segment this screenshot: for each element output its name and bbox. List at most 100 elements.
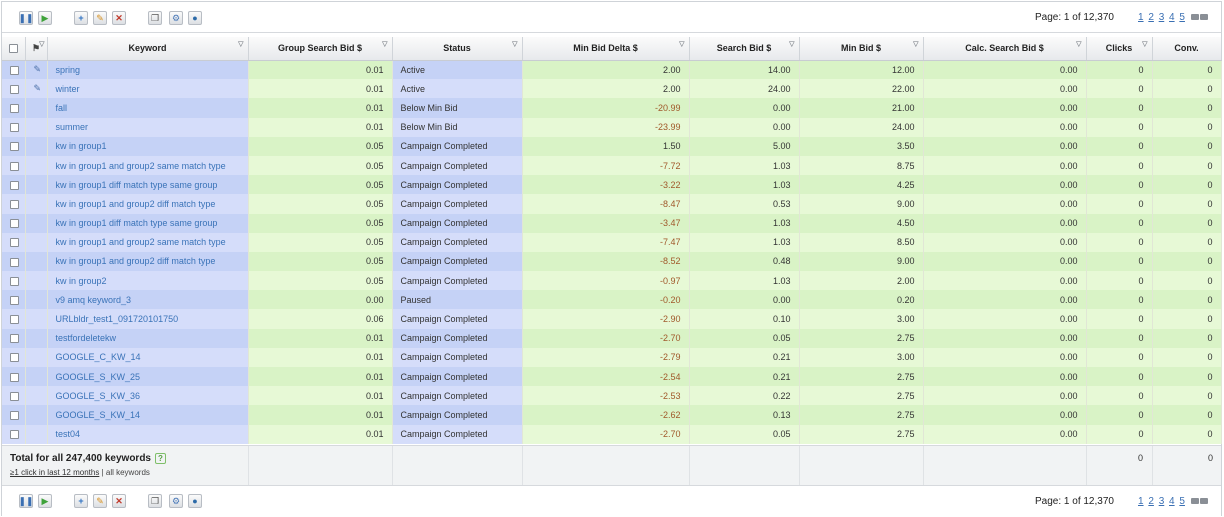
filter-icon[interactable]: ▽ [679, 40, 684, 48]
column-header-search-bid[interactable]: Search Bid $ ▽ [689, 37, 800, 61]
copy-icon[interactable]: ❐ [148, 11, 162, 25]
help-icon[interactable]: ? [155, 453, 166, 464]
table-row[interactable]: GOOGLE_S_KW_36 0.01 Campaign Completed -2.5… [2, 386, 1222, 406]
pause-icon[interactable]: ❚❚ [18, 11, 34, 25]
next-page-icon[interactable] [1190, 14, 1199, 21]
column-header-clicks[interactable]: Clicks ▽ [1086, 37, 1153, 61]
last-page-icon[interactable] [1199, 498, 1208, 505]
row-checkbox[interactable] [2, 290, 26, 310]
table-row[interactable]: ✎ spring 0.01 Active 2.00 14.00 12.00 0.00 0 0 [2, 60, 1222, 80]
row-checkbox[interactable] [2, 232, 26, 252]
play-icon[interactable]: ▶ [38, 494, 52, 508]
plus-icon[interactable]: + [74, 11, 88, 25]
page-link-1[interactable]: 1 [1138, 496, 1144, 507]
row-checkbox[interactable] [2, 328, 26, 348]
filter-icon[interactable]: ▽ [913, 40, 918, 48]
column-header-status[interactable]: Status ▽ [392, 37, 523, 61]
x-icon[interactable]: ✕ [112, 11, 126, 25]
filter-icon[interactable]: ▽ [238, 40, 243, 48]
row-checkbox[interactable] [2, 251, 26, 272]
row-checkbox[interactable] [2, 117, 26, 137]
table-row[interactable]: GOOGLE_S_KW_14 0.01 Campaign Completed -2.6… [2, 405, 1222, 425]
table-row[interactable]: ✎ winter 0.01 Active 2.00 24.00 22.00 0.00 0 0 [2, 79, 1222, 99]
x-icon[interactable]: ✕ [112, 494, 126, 508]
globe-icon[interactable]: ● [188, 11, 202, 25]
row-checkbox[interactable] [2, 136, 26, 156]
page-link-4[interactable]: 4 [1169, 12, 1175, 23]
pause-icon[interactable]: ❚❚ [18, 494, 34, 508]
column-header-calc-search-bid[interactable]: Calc. Search Bid $ ▽ [923, 37, 1087, 61]
select-all-checkbox[interactable] [2, 37, 26, 61]
keyword-cell[interactable]: summer [47, 117, 249, 137]
table-row[interactable]: kw in group1 diff match type same group 0… [2, 213, 1222, 233]
column-header-conv[interactable]: Conv. [1152, 37, 1222, 61]
keyword-cell[interactable]: GOOGLE_C_KW_14 [47, 347, 249, 367]
row-checkbox[interactable] [2, 367, 26, 387]
keyword-cell[interactable]: GOOGLE_S_KW_14 [47, 405, 249, 425]
row-checkbox[interactable] [2, 386, 26, 406]
column-header-min-bid-delta[interactable]: Min Bid Delta $ ▽ [522, 37, 690, 61]
globe-icon[interactable]: ● [188, 494, 202, 508]
filter-all-keywords-link[interactable]: all keywords [106, 468, 150, 477]
pencil-icon[interactable]: ✎ [93, 11, 107, 25]
column-header-min-bid[interactable]: Min Bid $ ▽ [799, 37, 924, 61]
gear-icon[interactable]: ⚙ [169, 11, 183, 25]
table-row[interactable]: URLbldr_test1_091720101750 0.06 Campaign C… [2, 309, 1222, 329]
filter-icon[interactable]: ▽ [1076, 40, 1081, 48]
filter-icon[interactable]: ▽ [512, 40, 517, 48]
keyword-cell[interactable]: spring [47, 60, 249, 80]
flag-column-header[interactable]: ⚑ ▽ [25, 37, 48, 61]
gear-icon[interactable]: ⚙ [169, 494, 183, 508]
pin-icon[interactable]: ✎ [34, 83, 42, 93]
page-link-4[interactable]: 4 [1169, 496, 1175, 507]
keyword-cell[interactable]: kw in group1 and group2 diff match type [47, 194, 249, 214]
table-row[interactable]: kw in group1 diff match type same group 0… [2, 175, 1222, 195]
row-checkbox[interactable] [2, 194, 26, 214]
keyword-cell[interactable]: v9 amq keyword_3 [47, 290, 249, 310]
keyword-cell[interactable]: GOOGLE_S_KW_25 [47, 367, 249, 387]
page-link-3[interactable]: 3 [1159, 496, 1165, 507]
page-link-5[interactable]: 5 [1179, 496, 1185, 507]
row-checkbox[interactable] [2, 405, 26, 425]
keyword-cell[interactable]: kw in group1 and group2 same match type [47, 155, 249, 176]
keyword-cell[interactable]: kw in group1 diff match type same group [47, 213, 249, 233]
table-row[interactable]: testfordeletekw 0.01 Campaign Completed -2.… [2, 328, 1222, 348]
pin-icon[interactable]: ✎ [34, 64, 42, 74]
page-link-5[interactable]: 5 [1179, 12, 1185, 23]
table-row[interactable]: GOOGLE_S_KW_25 0.01 Campaign Completed -2.5… [2, 367, 1222, 387]
next-page-icon[interactable] [1190, 498, 1199, 505]
filter-icon[interactable]: ▽ [789, 40, 794, 48]
table-row[interactable]: kw in group2 0.05 Campaign Completed -0.97 1… [2, 271, 1222, 291]
column-header-group-bid[interactable]: Group Search Bid $ ▽ [248, 37, 393, 61]
filter-icon[interactable]: ▽ [382, 40, 387, 48]
row-checkbox[interactable] [2, 155, 26, 176]
keyword-cell[interactable]: kw in group1 diff match type same group [47, 175, 249, 195]
filter-icon[interactable]: ▽ [39, 40, 44, 48]
plus-icon[interactable]: + [74, 494, 88, 508]
table-row[interactable]: kw in group1 and group2 same match type 0… [2, 155, 1222, 176]
keyword-cell[interactable]: testfordeletekw [47, 328, 249, 348]
row-checkbox[interactable] [2, 98, 26, 118]
keyword-cell[interactable]: winter [47, 79, 249, 99]
keyword-cell[interactable]: kw in group1 and group2 same match type [47, 232, 249, 252]
pencil-icon[interactable]: ✎ [93, 494, 107, 508]
row-checkbox[interactable] [2, 60, 26, 80]
row-checkbox[interactable] [2, 79, 26, 99]
filter-clicked-link[interactable]: ≥1 click in last 12 months [10, 468, 99, 477]
last-page-icon[interactable] [1199, 14, 1208, 21]
row-checkbox[interactable] [2, 213, 26, 233]
table-row[interactable]: v9 amq keyword_3 0.00 Paused -0.20 0.00 0.20 0… [2, 290, 1222, 310]
table-row[interactable]: kw in group1 and group2 diff match type 0… [2, 251, 1222, 272]
keyword-cell[interactable]: kw in group1 and group2 diff match type [47, 251, 249, 272]
keyword-cell[interactable]: fall [47, 98, 249, 118]
table-row[interactable]: kw in group1 and group2 diff match type 0… [2, 194, 1222, 214]
table-row[interactable]: GOOGLE_C_KW_14 0.01 Campaign Completed -2.7… [2, 347, 1222, 367]
keyword-cell[interactable]: GOOGLE_S_KW_36 [47, 386, 249, 406]
table-row[interactable]: fall 0.01 Below Min Bid -20.99 0.00 21.00 0.00… [2, 98, 1222, 118]
copy-icon[interactable]: ❐ [148, 494, 162, 508]
play-icon[interactable]: ▶ [38, 11, 52, 25]
page-link-2[interactable]: 2 [1148, 496, 1154, 507]
table-row[interactable]: summer 0.01 Below Min Bid -23.99 0.00 24.00 0.… [2, 117, 1222, 137]
table-row[interactable]: kw in group1 and group2 same match type 0… [2, 232, 1222, 252]
keyword-cell[interactable]: test04 [47, 424, 249, 444]
